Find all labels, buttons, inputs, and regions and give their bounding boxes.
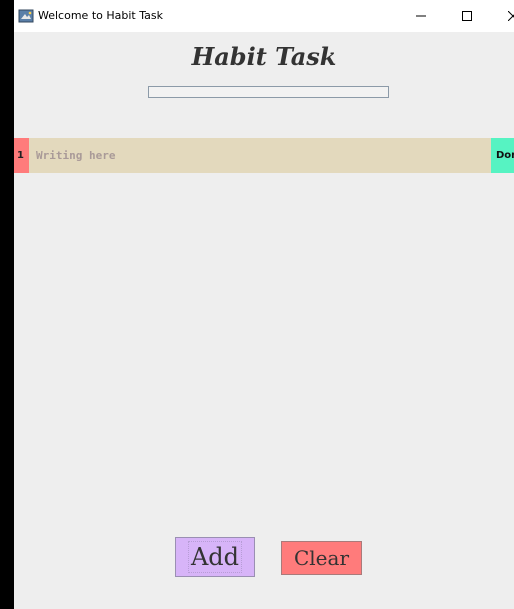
close-icon[interactable] xyxy=(490,0,514,32)
window-title: Welcome to Habit Task xyxy=(38,9,163,22)
title-bar: Welcome to Habit Task xyxy=(14,0,514,32)
done-button[interactable]: Done xyxy=(491,138,514,173)
task-row: 1 Done xyxy=(14,138,514,173)
page-title: Habit Task xyxy=(191,42,337,71)
minimize-icon[interactable] xyxy=(398,0,444,32)
task-text-input[interactable] xyxy=(29,138,491,173)
maximize-icon[interactable] xyxy=(444,0,490,32)
app-window: Welcome to Habit Task Habit Task 1 Done … xyxy=(14,0,514,609)
progress-bar xyxy=(148,86,389,98)
add-button-label: Add xyxy=(187,541,243,573)
add-button[interactable]: Add xyxy=(175,537,255,577)
clear-button[interactable]: Clear xyxy=(281,541,362,575)
java-app-icon xyxy=(18,8,34,24)
task-number: 1 xyxy=(14,138,29,173)
